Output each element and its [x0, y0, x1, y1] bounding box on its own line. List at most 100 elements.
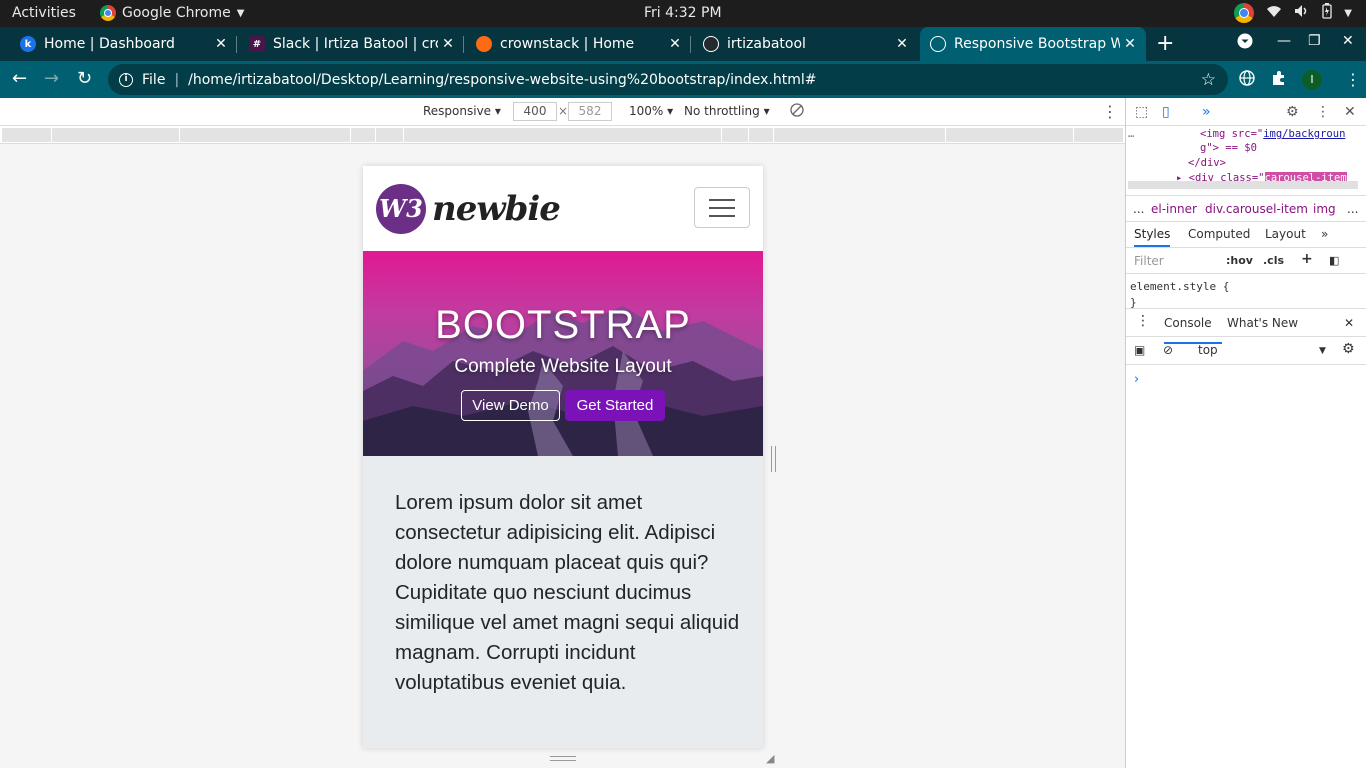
ellipsis: … [1128, 128, 1135, 140]
drawer-close-icon[interactable]: ✕ [1344, 316, 1354, 330]
device-toolbar-menu-icon[interactable]: ⋮ [1102, 102, 1118, 121]
info-icon[interactable]: i [119, 72, 133, 87]
element-node[interactable]: <img src="img/backgroun [1200, 128, 1345, 140]
viewport-height-input[interactable]: 582 [568, 102, 612, 121]
device-toggle-icon[interactable]: ▯ [1162, 104, 1170, 120]
url-text[interactable]: /home/irtizabatool/Desktop/Learning/resp… [188, 72, 1201, 88]
element-style-rule[interactable]: element.style { } [1126, 274, 1366, 309]
console-prompt[interactable]: › [1134, 372, 1139, 387]
clear-console-icon[interactable]: ⊘ [1163, 343, 1173, 357]
close-icon[interactable]: ✕ [892, 36, 912, 52]
window-close-icon[interactable]: ✕ [1342, 33, 1354, 49]
device-mode-select[interactable]: Responsive ▾ [423, 104, 501, 118]
devtools-menu-icon[interactable]: ⋮ [1316, 104, 1330, 120]
media-query-seg[interactable] [404, 128, 722, 142]
media-query-seg[interactable] [2, 128, 52, 142]
browser-toolbar: ← → ↻ i File | /home/irtizabatool/Deskto… [0, 61, 1366, 98]
element-node-cont[interactable]: g"> == $0 [1200, 142, 1257, 154]
bookmark-star-icon[interactable]: ☆ [1201, 70, 1216, 90]
element-node-close[interactable]: </div> [1188, 157, 1226, 169]
app-menu[interactable]: Google Chrome ▼ [100, 5, 244, 21]
breadcrumb: ... el-inner div.carousel-item img ... [1126, 196, 1366, 222]
viewport-width-input[interactable]: 400 [513, 102, 557, 121]
media-query-seg[interactable] [351, 128, 376, 142]
activities-button[interactable]: Activities [12, 5, 76, 21]
media-query-seg[interactable] [52, 128, 180, 142]
reload-button[interactable]: ↻ [77, 68, 92, 89]
hamburger-line [709, 215, 735, 217]
media-query-seg[interactable] [180, 128, 351, 142]
media-query-seg[interactable] [722, 128, 749, 142]
new-rule-plus-icon[interactable]: + [1301, 251, 1313, 267]
settings-gear-icon[interactable]: ⚙ [1286, 104, 1299, 120]
system-tray[interactable]: ▼ [1234, 3, 1352, 23]
close-icon[interactable]: ✕ [438, 36, 458, 52]
get-started-button[interactable]: Get Started [565, 390, 665, 421]
tab-search-icon[interactable] [1237, 33, 1253, 53]
resize-handle-right[interactable] [771, 446, 776, 472]
back-button[interactable]: ← [12, 68, 27, 89]
zoom-select[interactable]: 100% ▾ [629, 104, 673, 118]
media-query-seg[interactable] [946, 128, 1074, 142]
inspect-element-icon[interactable]: ⬚ [1135, 104, 1148, 120]
translate-globe-icon[interactable] [1239, 70, 1255, 90]
crumb-more[interactable]: ... [1133, 202, 1144, 216]
site-logo[interactable]: W3 newbie [376, 184, 561, 234]
tab-slack[interactable]: # Slack | Irtiza Batool | crownstack ✕ [237, 27, 464, 61]
tab-strip: k Home | Dashboard ✕ # Slack | Irtiza Ba… [0, 27, 1366, 61]
tab-computed[interactable]: Computed [1188, 227, 1250, 241]
minimize-icon[interactable]: — [1277, 33, 1291, 49]
maximize-icon[interactable]: ❐ [1308, 33, 1321, 49]
context-select[interactable]: top [1198, 343, 1218, 357]
close-icon[interactable]: ✕ [1120, 36, 1140, 52]
elements-tree[interactable]: … <img src="img/backgroun g"> == $0 </di… [1126, 126, 1366, 196]
chrome-tray-icon[interactable] [1234, 3, 1255, 23]
tab-more[interactable]: » [1321, 227, 1328, 241]
devtools-close-icon[interactable]: ✕ [1344, 104, 1356, 120]
tab-responsive-bootstrap[interactable]: Responsive Bootstrap Website ✕ [920, 27, 1146, 61]
crumb-carousel-item[interactable]: div.carousel-item [1205, 202, 1308, 216]
throttling-select[interactable]: No throttling ▾ [684, 104, 770, 118]
chrome-icon [100, 5, 116, 21]
resize-corner-icon[interactable]: ◢ [766, 752, 774, 765]
media-query-seg[interactable] [376, 128, 404, 142]
crumb-img[interactable]: img [1313, 202, 1336, 216]
view-demo-button[interactable]: View Demo [461, 390, 560, 421]
more-panels-icon[interactable]: » [1202, 104, 1211, 120]
devtools-main-toolbar: ⬚ ▯ » ⚙ ⋮ ✕ [1126, 98, 1366, 126]
filter-input[interactable]: Filter [1134, 254, 1164, 268]
tab-github[interactable]: irtizabatool ✕ [691, 27, 918, 61]
address-bar[interactable]: i File | /home/irtizabatool/Desktop/Lear… [108, 64, 1228, 95]
cls-toggle[interactable]: .cls [1263, 254, 1284, 267]
battery-icon [1322, 3, 1332, 23]
crumb-end[interactable]: ... [1347, 202, 1358, 216]
console-settings-gear-icon[interactable]: ⚙ [1342, 341, 1355, 357]
new-tab-button[interactable]: + [1156, 31, 1174, 56]
crumb-carousel-inner[interactable]: el-inner [1151, 202, 1197, 216]
tab-crownstack[interactable]: crownstack | Home ✕ [464, 27, 691, 61]
tab-styles[interactable]: Styles [1134, 227, 1171, 247]
tab-console[interactable]: Console [1164, 316, 1212, 330]
media-query-seg[interactable] [774, 128, 946, 142]
tab-dashboard[interactable]: k Home | Dashboard ✕ [0, 27, 237, 61]
extensions-puzzle-icon[interactable] [1271, 70, 1287, 90]
forward-button[interactable]: → [44, 68, 59, 89]
tab-layout[interactable]: Layout [1265, 227, 1306, 241]
kebab-menu-icon[interactable]: ⋮ [1345, 70, 1361, 89]
rotate-icon[interactable] [789, 102, 805, 121]
horizontal-scrollbar[interactable] [1128, 181, 1358, 189]
clock[interactable]: Fri 4:32 PM [644, 5, 722, 21]
close-icon[interactable]: ✕ [211, 36, 231, 52]
hov-toggle[interactable]: :hov [1226, 254, 1253, 267]
close-icon[interactable]: ✕ [665, 36, 685, 52]
media-query-seg[interactable] [749, 128, 774, 142]
media-query-seg[interactable] [1074, 128, 1124, 142]
tab-whats-new[interactable]: What's New [1227, 316, 1298, 330]
media-query-bar[interactable] [0, 126, 1125, 144]
toggle-sidebar-icon[interactable]: ◧ [1329, 254, 1339, 267]
drawer-menu-icon[interactable]: ⋮ [1136, 313, 1150, 329]
console-sidebar-icon[interactable]: ▣ [1134, 343, 1145, 357]
navbar-toggler-button[interactable] [694, 187, 750, 228]
resize-handle-bottom[interactable] [550, 756, 576, 761]
profile-avatar[interactable]: I [1302, 70, 1322, 90]
